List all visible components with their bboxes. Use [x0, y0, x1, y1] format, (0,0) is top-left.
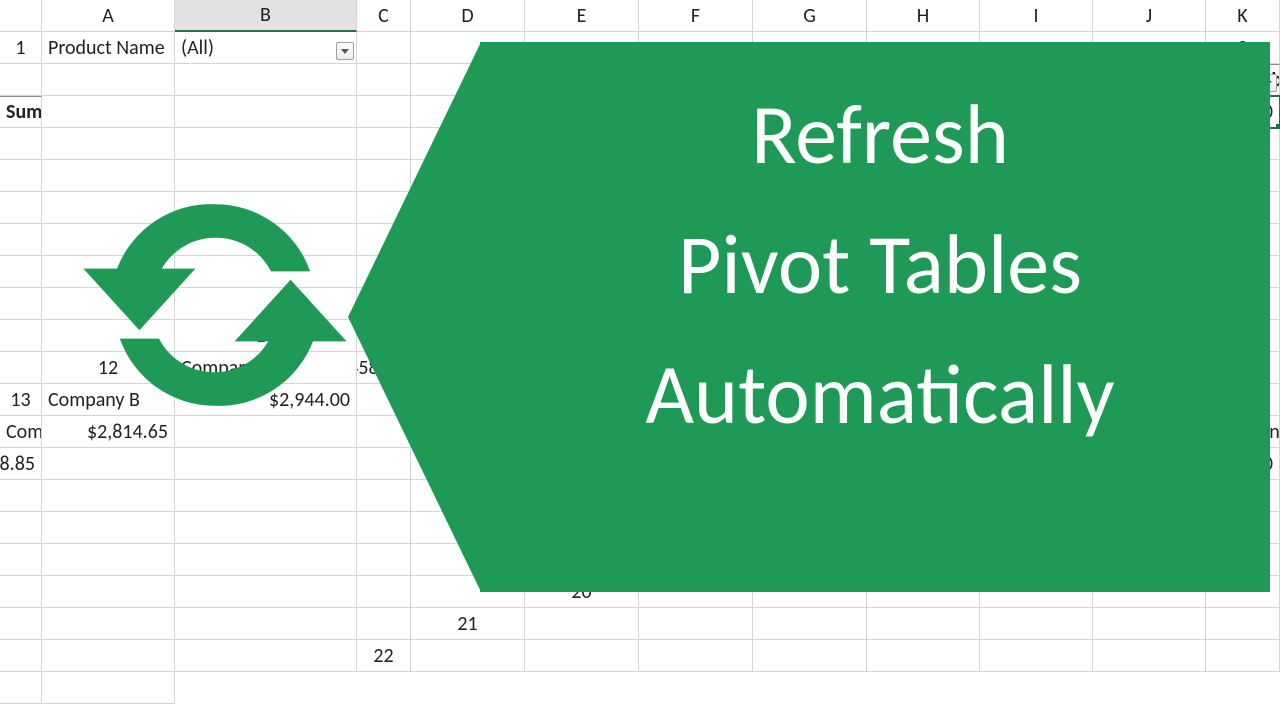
cell[interactable]: [175, 544, 357, 576]
selection-handle[interactable]: [1276, 124, 1280, 128]
cell[interactable]: [42, 96, 175, 128]
grid-corner[interactable]: [0, 0, 42, 32]
cell[interactable]: [42, 480, 175, 512]
cell[interactable]: [42, 544, 175, 576]
col-header-A[interactable]: A: [42, 0, 175, 32]
cell[interactable]: [411, 640, 525, 672]
cell[interactable]: [0, 480, 42, 512]
cell[interactable]: [175, 64, 357, 96]
pivot-row-value[interactable]: $1,618.85: [0, 448, 42, 480]
row-header-22[interactable]: 22: [357, 640, 411, 672]
row-header-13[interactable]: 13: [0, 384, 42, 416]
cell[interactable]: [42, 608, 175, 640]
cell[interactable]: [42, 128, 175, 160]
cell[interactable]: [753, 608, 867, 640]
col-header-F[interactable]: F: [639, 0, 753, 32]
col-header-K[interactable]: K: [1206, 0, 1280, 32]
cell[interactable]: [42, 64, 175, 96]
col-header-C[interactable]: C: [357, 0, 411, 32]
pivot-sum-header[interactable]: Sum of Revenue: [0, 96, 42, 128]
row-header-21[interactable]: 21: [411, 608, 525, 640]
col-header-D[interactable]: D: [411, 0, 525, 32]
cell[interactable]: [0, 544, 42, 576]
cell[interactable]: [525, 640, 639, 672]
banner-arrow: [348, 42, 481, 592]
cell[interactable]: [175, 640, 357, 672]
cell[interactable]: [867, 608, 980, 640]
col-header-H[interactable]: H: [867, 0, 980, 32]
col-header-J[interactable]: J: [1093, 0, 1206, 32]
cell[interactable]: [42, 672, 175, 704]
cell[interactable]: [0, 640, 42, 672]
cell[interactable]: [0, 672, 42, 704]
cell[interactable]: [42, 640, 175, 672]
cell[interactable]: [980, 640, 1093, 672]
cell[interactable]: [0, 576, 42, 608]
cell[interactable]: [175, 96, 357, 128]
cell[interactable]: [175, 512, 357, 544]
filter-value: (All): [181, 36, 214, 60]
banner-line2: Pivot Tables: [510, 200, 1250, 330]
cell[interactable]: [0, 288, 42, 320]
cell[interactable]: [525, 608, 639, 640]
cell[interactable]: [42, 448, 175, 480]
cell[interactable]: [175, 448, 357, 480]
cell[interactable]: [42, 512, 175, 544]
cell[interactable]: [1206, 640, 1280, 672]
cell[interactable]: [175, 576, 357, 608]
col-header-E[interactable]: E: [525, 0, 639, 32]
cell[interactable]: [980, 608, 1093, 640]
cell[interactable]: [639, 640, 753, 672]
banner-line3: Automatically: [510, 330, 1250, 460]
cell[interactable]: [0, 64, 42, 96]
cell[interactable]: [639, 608, 753, 640]
cell[interactable]: [0, 192, 42, 224]
banner-line1: Refresh: [510, 70, 1250, 200]
cell[interactable]: [175, 480, 357, 512]
cell[interactable]: [0, 320, 42, 352]
cell[interactable]: [1206, 608, 1280, 640]
cell[interactable]: [1093, 640, 1206, 672]
col-header-B[interactable]: B: [175, 0, 357, 32]
cell[interactable]: [0, 256, 42, 288]
pivot-row-label[interactable]: Company I: [0, 416, 42, 448]
cell[interactable]: [1093, 608, 1206, 640]
cell[interactable]: [753, 640, 867, 672]
cell[interactable]: [175, 128, 357, 160]
cell[interactable]: [867, 640, 980, 672]
cell[interactable]: [0, 160, 42, 192]
cell[interactable]: [42, 576, 175, 608]
refresh-icon: [75, 165, 355, 445]
cell[interactable]: [0, 512, 42, 544]
row-header-1[interactable]: 1: [0, 32, 42, 64]
cell[interactable]: [175, 608, 357, 640]
banner-text: Refresh Pivot Tables Automatically: [510, 70, 1250, 461]
cell[interactable]: [0, 128, 42, 160]
cell[interactable]: [0, 608, 42, 640]
col-header-I[interactable]: I: [980, 0, 1093, 32]
filter-label: Product Name: [42, 32, 175, 64]
cell[interactable]: [0, 352, 42, 384]
col-header-G[interactable]: G: [753, 0, 867, 32]
cell[interactable]: [0, 224, 42, 256]
filter-value-cell[interactable]: (All): [175, 32, 357, 64]
cell[interactable]: [357, 608, 411, 640]
